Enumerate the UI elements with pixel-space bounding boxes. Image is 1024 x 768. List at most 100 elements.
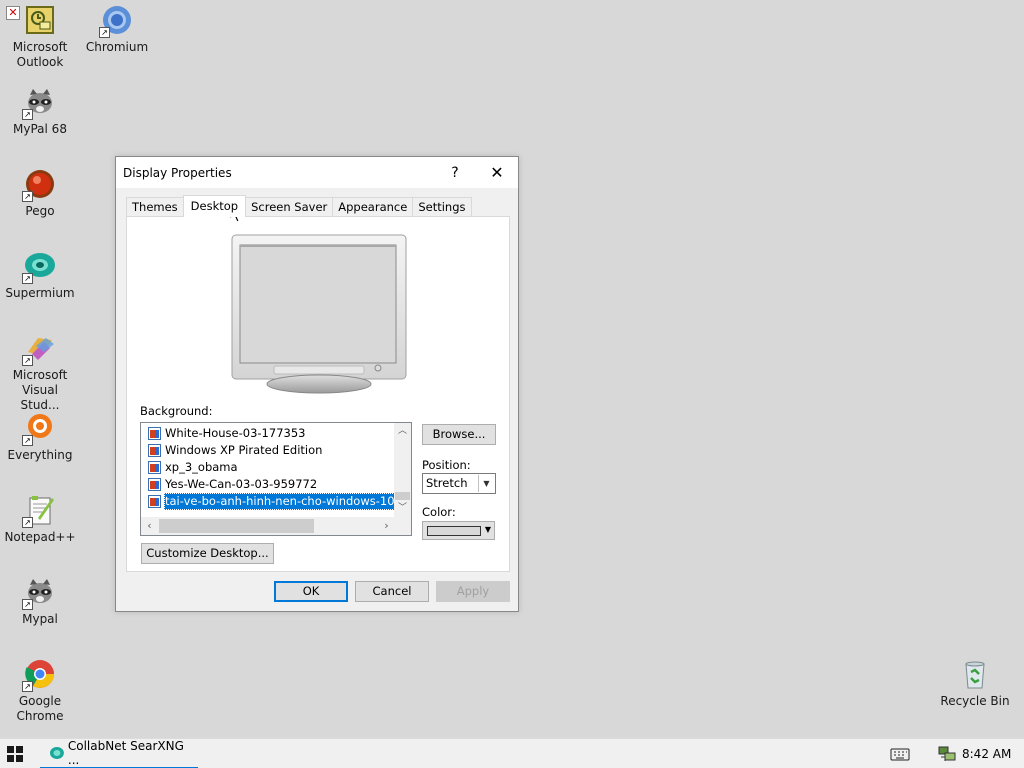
desktop-icon-notepad-plus-plus[interactable]: ↗ Notepad++ [1,494,79,545]
taskbar: CollabNet SearXNG ... 8:42 AM [0,738,1024,768]
scroll-up-icon[interactable]: ︿ [394,423,411,440]
tab-themes[interactable]: Themes [126,197,184,217]
shortcut-arrow-icon: ↗ [22,517,33,528]
position-select[interactable]: Stretch ▼ [422,473,496,494]
list-item[interactable]: Yes-We-Can-03-03-959772 [141,476,395,493]
chevron-down-icon: ▼ [478,475,494,492]
close-button[interactable]: ✕ [476,157,518,189]
list-item[interactable]: xp_3_obama [141,459,395,476]
raccoon-icon: ↗ [22,576,56,610]
shortcut-arrow-icon: ↗ [22,273,33,284]
shortcut-arrow-icon: ↗ [22,681,33,692]
scrollbar-corner [394,517,411,535]
desktop-icon-google-chrome[interactable]: ↗ Google Chrome [1,658,79,724]
desktop-icon-recycle-bin[interactable]: Recycle Bin [936,658,1014,709]
network-icon[interactable] [937,745,957,763]
supermium-icon: ↗ [22,250,56,284]
keyboard-icon[interactable] [890,746,910,762]
display-properties-dialog: Display Properties ? ✕ Themes Desktop Sc… [115,156,519,612]
list-item-label: Yes-We-Can-03-03-959772 [165,477,318,491]
list-item-label: xp_3_obama [165,460,238,474]
chrome-icon: ↗ [22,658,56,692]
visual-studio-icon: ↗ [22,332,56,366]
desktop-icon-mypal-68[interactable]: ↗ MyPal 68 [1,86,79,137]
desktop-icon-microsoft-visual-studio[interactable]: ↗ Microsoft Visual Stud... [1,332,79,413]
chevron-down-icon: ▼ [484,525,491,534]
pego-icon: ↗ [22,168,56,202]
list-item-label: Windows XP Pirated Edition [165,443,323,457]
customize-desktop-button[interactable]: Customize Desktop... [141,543,274,564]
help-button[interactable]: ? [434,157,476,189]
horizontal-scrollbar[interactable]: ‹ › [141,517,395,535]
desktop-icon-label: Mypal [22,612,58,626]
shortcut-arrow-icon: ↗ [22,355,33,366]
desktop-icon-label: Everything [7,448,73,462]
tab-settings[interactable]: Settings [412,197,472,217]
shortcut-arrow-icon: ↗ [22,191,33,202]
raccoon-icon: ↗ [22,86,56,120]
outlook-icon [24,4,56,36]
background-label: Background: [140,404,213,418]
scroll-down-icon[interactable]: ﹀ [394,500,411,517]
taskbar-item-collabnet-searxng[interactable]: CollabNet SearXNG ... [40,739,198,768]
desktop-icon-label: Microsoft [12,368,68,382]
desktop-icon-label: Notepad++ [4,530,76,544]
everything-icon: ↗ [22,412,56,446]
list-item[interactable]: Windows XP Pirated Edition [141,442,395,459]
list-item-selected[interactable]: tai-ve-bo-anh-hinh-nen-cho-windows-10 [141,493,395,510]
start-button[interactable] [0,739,30,768]
supermium-icon [50,747,64,759]
desktop-tab-panel: Background: White-House-03-177353 Window… [126,216,510,572]
cancel-button[interactable]: Cancel [355,581,429,602]
desktop-icon-label: Chromium [85,40,149,54]
desktop-icon-label: MyPal 68 [13,122,67,136]
tab-screen-saver[interactable]: Screen Saver [245,197,334,217]
shortcut-arrow-icon: ↗ [22,109,33,120]
desktop-icon-label: Recycle Bin [940,694,1010,708]
dialog-title: Display Properties [123,165,232,180]
desktop-icon-label: Google [18,694,62,708]
image-file-icon [148,427,161,440]
desktop-icon-supermium[interactable]: ↗ Supermium [1,250,79,301]
desktop-icon-microsoft-outlook[interactable]: Microsoft Outlook [1,4,79,70]
color-label: Color: [422,505,456,519]
color-picker-button[interactable]: ▼ [422,521,495,540]
scroll-left-icon[interactable]: ‹ [141,517,158,535]
image-file-icon [148,444,161,457]
color-swatch [427,526,481,536]
browse-button[interactable]: Browse... [422,424,496,445]
desktop-icon-pego[interactable]: ↗ Pego [1,168,79,219]
monitor-preview [230,233,408,395]
desktop-icon-mypal[interactable]: ↗ Mypal [1,576,79,627]
dialog-titlebar[interactable]: Display Properties ? ✕ [116,157,518,189]
scroll-thumb[interactable] [159,519,314,533]
list-item-label: White-House-03-177353 [165,426,306,440]
position-value: Stretch [426,476,468,490]
recycle-bin-icon [959,658,991,690]
notepadpp-icon: ↗ [22,494,56,528]
desktop-icon-label: Visual Stud... [20,383,60,412]
taskbar-item-label: CollabNet SearXNG ... [67,739,184,767]
tab-desktop[interactable]: Desktop [182,195,247,217]
background-listbox[interactable]: White-House-03-177353 Windows XP Pirated… [140,422,412,536]
desktop-icon-everything[interactable]: ↗ Everything [1,412,79,463]
chromium-icon: ↗ [99,4,133,38]
tab-appearance[interactable]: Appearance [332,197,414,217]
shortcut-arrow-icon: ↗ [22,599,33,610]
vertical-scrollbar[interactable]: ︿ ﹀ [394,423,411,517]
system-clock[interactable]: 8:42 AM [962,739,1011,768]
desktop-icon-label: Outlook [16,55,64,69]
scroll-right-icon[interactable]: › [378,517,395,535]
desktop-icon-label: Supermium [5,286,75,300]
shortcut-arrow-icon: ↗ [99,27,110,38]
ok-button[interactable]: OK [274,581,348,602]
apply-button[interactable]: Apply [436,581,510,602]
tab-strip: Themes Desktop Screen Saver Appearance S… [126,195,472,217]
desktop-icon-label: Pego [25,204,55,218]
windows-logo-icon [7,746,23,762]
shortcut-arrow-icon: ↗ [22,435,33,446]
image-file-icon [148,495,161,508]
list-item[interactable]: White-House-03-177353 [141,425,395,442]
desktop-icon-chromium[interactable]: ↗ Chromium [78,4,156,55]
scroll-thumb[interactable] [395,492,410,500]
